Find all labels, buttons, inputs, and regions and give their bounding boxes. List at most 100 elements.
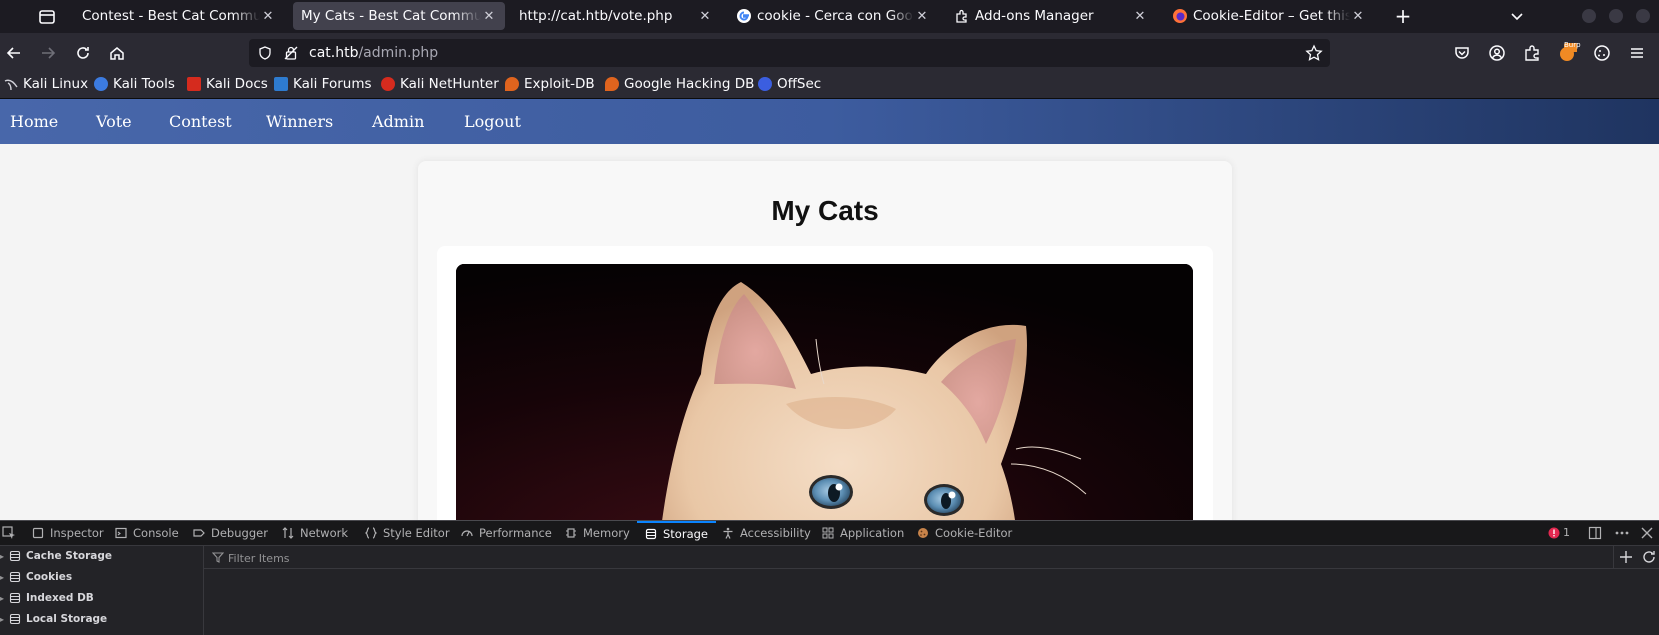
close-tab-icon[interactable]: ✕ <box>697 8 713 24</box>
bookmark-exploit-db[interactable]: Exploit-DB <box>505 76 595 92</box>
devtools-tab-label: Cookie-Editor <box>935 526 1013 540</box>
home-icon[interactable] <box>107 43 127 63</box>
application-icon <box>822 527 834 539</box>
tab-addons-manager[interactable]: Add-ons Manager ✕ <box>946 2 1156 30</box>
devtools-tab-memory[interactable]: Memory <box>565 521 630 545</box>
google-icon <box>736 8 752 24</box>
tab-vote[interactable]: http://cat.htb/vote.php ✕ <box>511 2 721 30</box>
storage-icon <box>9 613 21 625</box>
tree-item-label: Indexed DB <box>26 592 94 604</box>
filter-items-input[interactable] <box>212 548 1610 568</box>
close-devtools-icon[interactable] <box>1640 526 1654 540</box>
kali-forums-icon <box>274 77 288 91</box>
devtools-tab-debugger[interactable]: Debugger <box>193 521 268 545</box>
tab-cookie-editor[interactable]: Cookie-Editor – Get this E ✕ <box>1164 2 1374 30</box>
page-viewport: Home Vote Contest Winners Admin Logout M… <box>0 99 1659 520</box>
nav-home-link[interactable]: Home <box>10 112 58 131</box>
firefox-view-icon[interactable] <box>36 6 58 28</box>
nav-admin-link[interactable]: Admin <box>372 112 424 131</box>
kali-tools-icon <box>94 77 108 91</box>
tab-title: Add-ons Manager <box>975 8 1094 24</box>
filter-bar <box>204 546 1659 569</box>
nav-logout-link[interactable]: Logout <box>464 112 521 131</box>
tree-item-local-storage[interactable]: ▸ Local Storage <box>0 609 107 629</box>
nav-winners-link[interactable]: Winners <box>266 112 333 131</box>
bookmark-star-icon[interactable] <box>1305 44 1323 62</box>
expand-arrow-icon[interactable]: ▸ <box>0 594 9 603</box>
puzzle-icon <box>954 8 970 24</box>
tab-title: Contest - Best Cat Communi <box>82 8 260 24</box>
maximize-icon[interactable] <box>1609 9 1623 23</box>
nav-contest-link[interactable]: Contest <box>169 112 232 131</box>
storage-tree: ▸ Cache Storage ▸ Cookies ▸ Indexed DB ▸… <box>0 546 204 635</box>
bookmark-kali-docs[interactable]: Kali Docs <box>187 76 268 92</box>
tab-title: http://cat.htb/vote.php <box>519 8 673 24</box>
pocket-icon[interactable] <box>1452 43 1472 63</box>
expand-arrow-icon[interactable]: ▸ <box>0 552 9 561</box>
shield-icon[interactable] <box>257 45 273 61</box>
extensions-puzzle-icon[interactable] <box>1522 43 1542 63</box>
refresh-icon[interactable] <box>1641 549 1657 565</box>
bookmark-kali-forums[interactable]: Kali Forums <box>274 76 372 92</box>
more-options-icon[interactable] <box>1614 526 1630 540</box>
devtools-tab-inspector[interactable]: Inspector <box>32 521 104 545</box>
url-bar[interactable]: cat.htb/admin.php <box>249 39 1330 67</box>
error-count-badge[interactable]: 1 <box>1548 526 1570 539</box>
devtools-tab-application[interactable]: Application <box>822 521 904 545</box>
close-tab-icon[interactable]: ✕ <box>1350 8 1366 24</box>
back-arrow-icon[interactable] <box>4 43 24 63</box>
cookie-editor-icon[interactable] <box>1592 43 1612 63</box>
account-icon[interactable] <box>1487 43 1507 63</box>
forward-arrow-icon[interactable] <box>38 43 58 63</box>
new-tab-icon[interactable]: + <box>1392 6 1414 28</box>
expand-arrow-icon[interactable]: ▸ <box>0 573 9 582</box>
close-tab-icon[interactable]: ✕ <box>260 8 276 24</box>
tree-item-label: Cookies <box>26 571 73 583</box>
tab-google-search[interactable]: cookie - Cerca con Google ✕ <box>728 2 938 30</box>
nav-vote-link[interactable]: Vote <box>96 112 132 131</box>
hamburger-menu-icon[interactable] <box>1627 43 1647 63</box>
devtools-tab-console[interactable]: Console <box>115 521 179 545</box>
bookmark-label: Kali Forums <box>293 76 372 92</box>
burp-extension-icon[interactable]: Burp <box>1557 41 1581 63</box>
tree-item-indexed-db[interactable]: ▸ Indexed DB <box>0 588 94 608</box>
close-tab-icon[interactable]: ✕ <box>481 8 497 24</box>
bookmark-label: Exploit-DB <box>524 76 595 92</box>
inspector-icon <box>32 527 44 539</box>
devtools-tab-cookie-editor[interactable]: Cookie-Editor <box>917 521 1012 545</box>
minimize-icon[interactable] <box>1582 9 1596 23</box>
bookmark-offsec[interactable]: OffSec <box>758 76 821 92</box>
devtools-tab-label: Memory <box>583 526 630 540</box>
close-tab-icon[interactable]: ✕ <box>1132 8 1148 24</box>
bookmark-label: Kali NetHunter <box>400 76 499 92</box>
tree-item-cache-storage[interactable]: ▸ Cache Storage <box>0 546 112 566</box>
tab-my-cats[interactable]: My Cats - Best Cat Communi ✕ <box>293 2 505 30</box>
devtools-tab-performance[interactable]: Performance <box>461 521 552 545</box>
bookmark-kali-tools[interactable]: Kali Tools <box>94 76 175 92</box>
chevron-down-icon[interactable] <box>1508 7 1526 25</box>
devtools-tab-network[interactable]: Network <box>282 521 348 545</box>
close-window-icon[interactable] <box>1636 9 1650 23</box>
close-tab-icon[interactable]: ✕ <box>914 8 930 24</box>
lock-insecure-icon[interactable] <box>283 45 299 61</box>
devtools-tab-style-editor[interactable]: Style Editor <box>365 521 450 545</box>
bookmark-kali-nethunter[interactable]: Kali NetHunter <box>381 76 499 92</box>
add-item-icon[interactable] <box>1618 549 1634 565</box>
bookmark-label: Kali Tools <box>113 76 175 92</box>
reload-icon[interactable] <box>73 43 93 63</box>
element-picker-icon[interactable] <box>2 526 16 540</box>
tab-contest[interactable]: Contest - Best Cat Communi ✕ <box>74 2 284 30</box>
devtools-tab-label: Network <box>300 526 349 540</box>
console-icon <box>115 527 127 539</box>
my-cats-container: My Cats <box>418 161 1232 520</box>
tree-item-cookies[interactable]: ▸ Cookies <box>0 567 72 587</box>
url-text[interactable]: cat.htb/admin.php <box>309 45 438 61</box>
devtools-tab-label: Storage <box>663 527 708 541</box>
error-count: 1 <box>1563 526 1570 539</box>
bookmark-google-hacking-db[interactable]: Google Hacking DB <box>605 76 754 92</box>
expand-arrow-icon[interactable]: ▸ <box>0 615 9 624</box>
dock-side-icon[interactable] <box>1588 526 1602 540</box>
devtools-tab-storage[interactable]: Storage <box>637 521 716 545</box>
devtools-tab-accessibility[interactable]: Accessibility <box>722 521 811 545</box>
bookmark-kali-linux[interactable]: Kali Linux <box>4 76 88 92</box>
